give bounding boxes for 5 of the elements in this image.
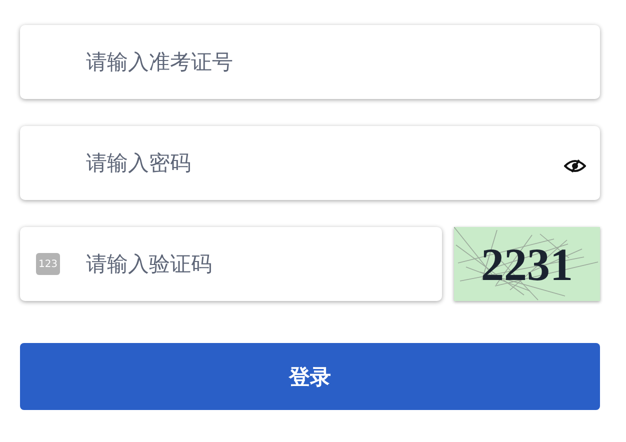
input-field[interactable]: 请输入密码 [20, 126, 600, 200]
input-field[interactable]: 请输入准考证号 [20, 25, 600, 99]
eye-slash-icon[interactable] [564, 159, 586, 173]
login-button[interactable]: 登录 [20, 343, 600, 410]
captcha-image[interactable]: 2231 [454, 227, 600, 301]
